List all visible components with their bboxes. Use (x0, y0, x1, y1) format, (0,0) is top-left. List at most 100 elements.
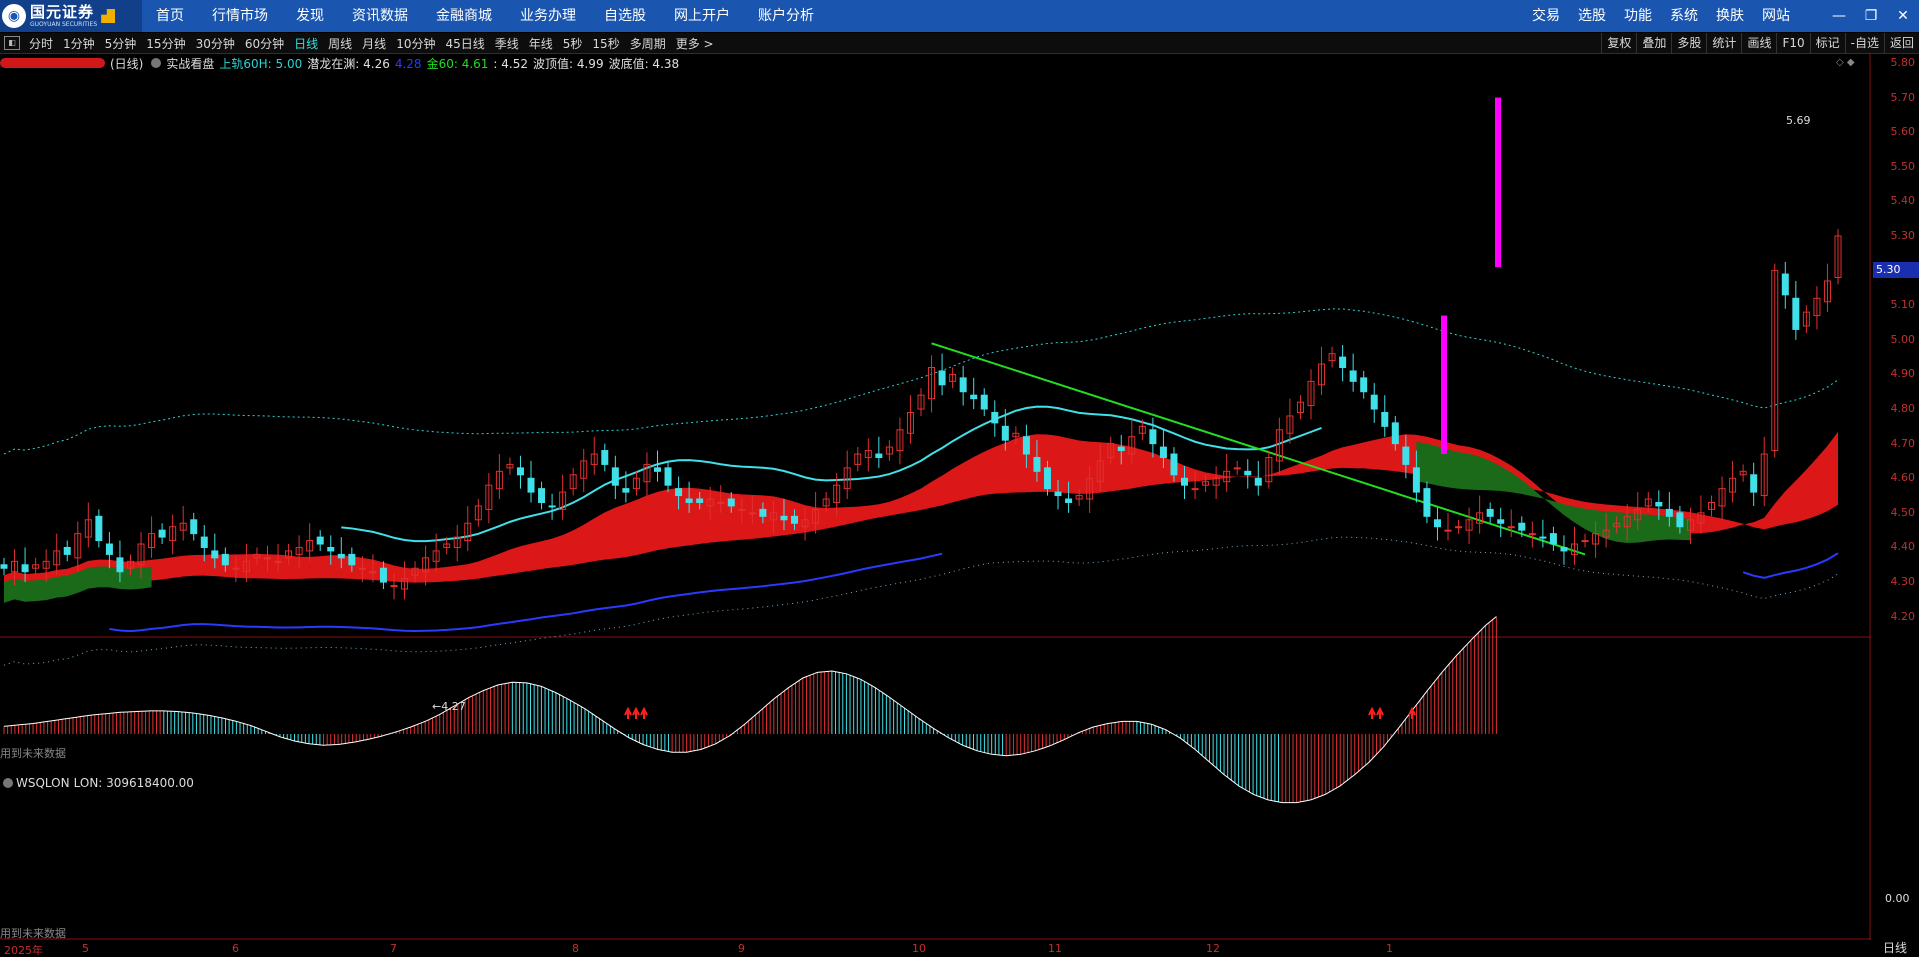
nav-item-3[interactable]: 资讯数据 (338, 0, 422, 32)
period-tab-16[interactable]: 更多 > (671, 35, 719, 52)
toolbar-button-2[interactable]: 多股 (1671, 33, 1706, 53)
diamond-icon[interactable]: ◇ (1836, 57, 1844, 68)
nav-right-item-1[interactable]: 选股 (1569, 0, 1615, 32)
nav-item-1[interactable]: 行情市场 (198, 0, 282, 32)
candle-body (1433, 519, 1441, 528)
nav-item-0[interactable]: 首页 (142, 0, 198, 32)
candle-body (1781, 273, 1789, 296)
sub-indicator-name[interactable]: WSQLON (16, 776, 70, 790)
buy-arrow-icon (1408, 706, 1416, 719)
period-tab-5[interactable]: 60分钟 (240, 35, 289, 52)
candle-body (105, 543, 113, 555)
candle-body (0, 564, 8, 569)
candle-body (601, 450, 609, 465)
candle-body (1665, 508, 1673, 517)
candle-body (1054, 491, 1062, 497)
nav-right-item-0[interactable]: 交易 (1523, 0, 1569, 32)
period-tab-2[interactable]: 5分钟 (100, 35, 142, 52)
nav-item-4[interactable]: 金融商城 (422, 0, 506, 32)
price-tick-16: 4.20 (1890, 609, 1916, 623)
period-tab-7[interactable]: 周线 (323, 35, 357, 52)
candle-body (1159, 446, 1167, 458)
toolbar-button-6[interactable]: 标记 (1809, 33, 1845, 53)
buy-arrow-icon (640, 706, 648, 719)
candle-body (664, 467, 672, 486)
nav-item-2[interactable]: 发现 (282, 0, 338, 32)
period-tab-1[interactable]: 1分钟 (58, 35, 100, 52)
signal-bar-1 (1441, 315, 1447, 455)
restore-icon[interactable]: ❐ (1855, 8, 1887, 24)
nav-right-item-4[interactable]: 换肤 (1707, 0, 1753, 32)
price-tick-13: 4.50 (1890, 505, 1916, 519)
logo-square-icon (101, 9, 116, 23)
period-indicator: 日线 (1882, 941, 1907, 955)
close-icon[interactable]: ✕ (1887, 8, 1919, 24)
nav-item-8[interactable]: 账户分析 (744, 0, 828, 32)
candle-body (1528, 533, 1536, 536)
period-tab-11[interactable]: 季线 (490, 35, 524, 52)
period-tab-13[interactable]: 5秒 (558, 35, 588, 52)
period-tab-15[interactable]: 多周期 (625, 35, 671, 52)
app-logo[interactable]: ◉ 国元证券 GUOYUAN SECURITIES (0, 0, 142, 32)
toolbar-button-3[interactable]: 统计 (1706, 33, 1741, 53)
candle-body (1043, 467, 1051, 490)
period-tab-10[interactable]: 45日线 (440, 35, 489, 52)
nav-right-item-3[interactable]: 系统 (1661, 0, 1707, 32)
period-tab-12[interactable]: 年线 (524, 35, 558, 52)
window-controls: — ❐ ✕ (1823, 0, 1919, 32)
candle-body (1149, 429, 1157, 445)
candle-body (1497, 519, 1505, 524)
candle-body (791, 515, 799, 524)
period-tab-8[interactable]: 月线 (357, 35, 391, 52)
candle-body (274, 560, 282, 563)
candle-body (1792, 297, 1800, 330)
period-tab-3[interactable]: 15分钟 (141, 35, 190, 52)
buy-arrow-icon (632, 706, 640, 719)
toolbar-button-5[interactable]: F10 (1776, 33, 1809, 53)
candle-body (211, 550, 219, 559)
candle-body (1117, 446, 1125, 452)
period-tab-4[interactable]: 30分钟 (191, 35, 240, 52)
sub-indicator-settings-icon[interactable] (3, 778, 13, 788)
candle-body (1423, 488, 1431, 517)
candle-body (516, 467, 524, 476)
toolbar-button-7[interactable]: -自选 (1844, 33, 1884, 53)
price-tick-7: 5.10 (1890, 298, 1916, 312)
diamond-filled-icon[interactable]: ◆ (1847, 57, 1855, 68)
toolbar-button-8[interactable]: 返回 (1883, 33, 1919, 53)
nav-item-5[interactable]: 业务办理 (506, 0, 590, 32)
price-tick-14: 4.40 (1890, 540, 1916, 554)
indicator-value-0: 上轨60H: 5.00 (219, 56, 303, 71)
nav-item-7[interactable]: 网上开户 (660, 0, 744, 32)
candle-body (190, 519, 198, 535)
toolbar-button-4[interactable]: 画线 (1741, 33, 1776, 53)
main-nav: 首页 行情市场 发现 资讯数据 金融商城 业务办理 自选股 网上开户 账户分析 (142, 0, 828, 32)
wsqlon-line (3, 616, 1497, 804)
candle-body (369, 571, 377, 574)
period-tab-0[interactable]: 分时 (24, 35, 58, 52)
buy-arrow-icon (624, 706, 632, 719)
period-tab-9[interactable]: 10分钟 (391, 35, 440, 52)
main-chart[interactable] (0, 54, 1871, 940)
candle-body (95, 515, 103, 542)
period-tab-14[interactable]: 15秒 (587, 35, 624, 52)
indicator-settings-icon[interactable] (151, 58, 162, 68)
indicator-name[interactable]: 实战看盘 (166, 55, 214, 72)
nav-item-6[interactable]: 自选股 (590, 0, 660, 32)
toolbar-button-0[interactable]: 复权 (1601, 33, 1636, 53)
candle-body (538, 488, 546, 503)
sub-indicator-value: LON: 309618400.00 (73, 776, 194, 790)
panel-toggle-icon[interactable]: ◧ (4, 36, 20, 50)
candle-body (759, 508, 767, 517)
candle-body (1065, 498, 1073, 503)
logo-mark-icon: ◉ (2, 4, 26, 28)
nav-right-item-2[interactable]: 功能 (1615, 0, 1661, 32)
minimize-icon[interactable]: — (1823, 8, 1855, 24)
toolbar-button-1[interactable]: 叠加 (1636, 33, 1671, 53)
period-tab-6[interactable]: 日线 (289, 35, 323, 52)
price-tick-4: 5.40 (1890, 194, 1916, 208)
price-tick-1: 5.70 (1890, 90, 1916, 104)
nav-right-item-5[interactable]: 网站 (1753, 0, 1799, 32)
candle-body (1391, 422, 1399, 445)
indicator-value-3: 金60: 4.61 (426, 56, 489, 71)
